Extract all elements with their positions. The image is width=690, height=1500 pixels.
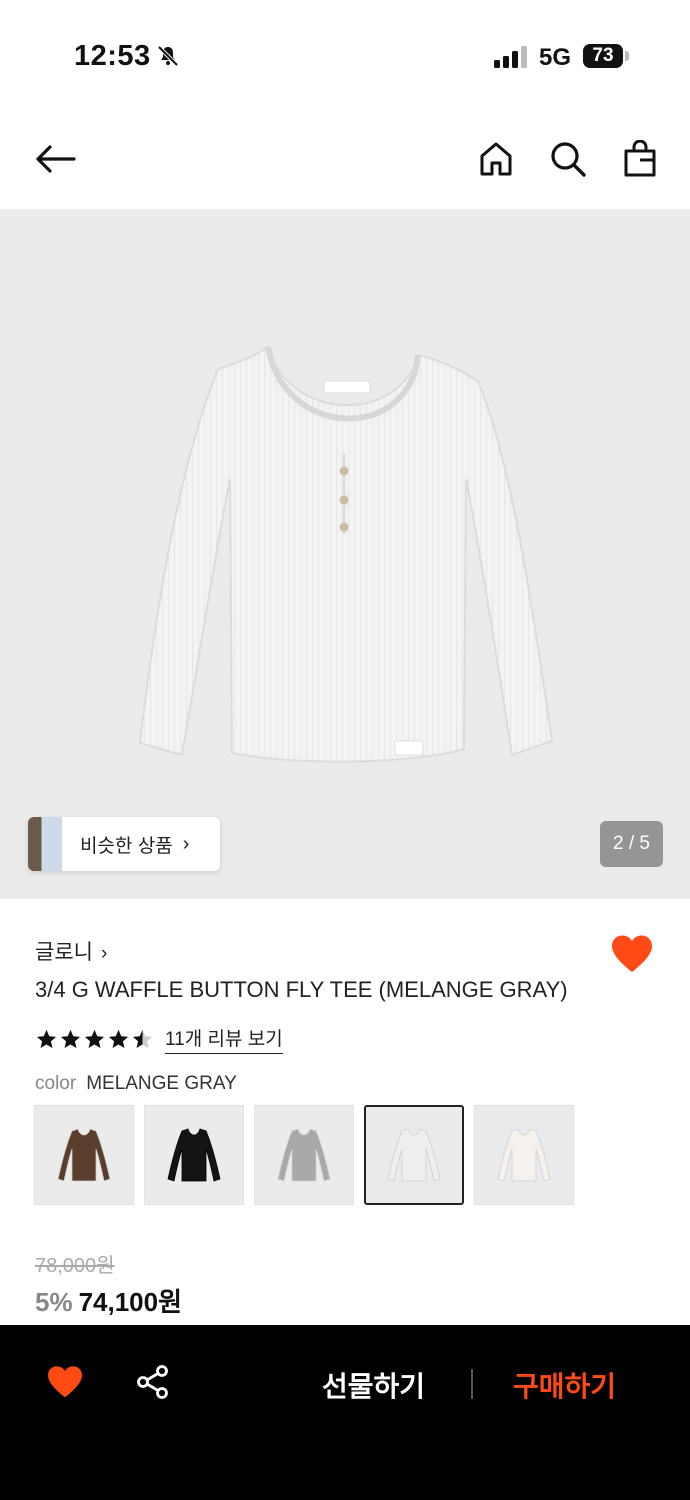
star-icon [36, 1029, 57, 1048]
star-icon [84, 1029, 105, 1048]
price-row: 5% 74,100원 [35, 1282, 182, 1319]
color-label-row: color MELANGE GRAY [35, 1073, 237, 1095]
product-image-carousel[interactable]: 비슷한 상품 › 2 / 5 [0, 209, 690, 899]
tee-thumbnail [57, 1128, 111, 1182]
arrow-left-icon [36, 145, 76, 173]
share-icon[interactable] [136, 1365, 170, 1399]
tee-thumbnail [277, 1128, 331, 1182]
color-swatches [34, 1105, 584, 1205]
battery-indicator: 73 [583, 44, 623, 68]
brand-link[interactable]: 글로니 › [35, 936, 107, 966]
color-swatch[interactable] [144, 1105, 244, 1205]
similar-thumbnail [28, 817, 62, 871]
divider [471, 1369, 473, 1399]
original-price: 78,000원 [35, 1255, 115, 1277]
bottom-action-bar: 선물하기 구매하기 [0, 1325, 690, 1500]
color-swatch[interactable] [34, 1105, 134, 1205]
brand-name: 글로니 [35, 941, 93, 964]
status-bar: 12:53 5G 73 [0, 0, 690, 110]
bell-muted-icon [157, 45, 179, 67]
shopping-bag-icon [624, 140, 656, 177]
star-icon [108, 1029, 129, 1048]
color-swatch[interactable] [474, 1105, 574, 1205]
product-title: 3/4 G WAFFLE BUTTON FLY TEE (MELANGE GRA… [35, 977, 568, 1002]
back-button[interactable] [33, 137, 77, 181]
gift-button[interactable]: 선물하기 [322, 1365, 425, 1405]
color-value: MELANGE GRAY [86, 1073, 237, 1094]
similar-label: 비슷한 상품 [80, 835, 173, 857]
color-key: color [35, 1073, 77, 1094]
home-button[interactable] [474, 137, 518, 181]
star-icon [60, 1029, 81, 1048]
rating-stars [35, 1028, 155, 1051]
tee-thumbnail [387, 1128, 441, 1182]
chevron-right-icon: › [100, 943, 108, 964]
battery-tip [625, 51, 629, 61]
tee-thumbnail [497, 1128, 551, 1182]
tee-thumbnail [167, 1128, 221, 1182]
rating-row: 11개 리뷰 보기 [35, 1024, 283, 1054]
buy-button[interactable]: 구매하기 [513, 1365, 616, 1405]
color-swatch[interactable] [254, 1105, 354, 1205]
product-photo [138, 345, 554, 763]
star-half-icon [132, 1029, 153, 1048]
status-time: 12:53 [74, 40, 151, 72]
cart-button[interactable] [618, 137, 662, 181]
search-icon [551, 142, 586, 177]
signal-icon [494, 46, 527, 68]
heart-icon[interactable] [46, 1365, 84, 1399]
top-nav [0, 120, 690, 200]
search-button[interactable] [546, 137, 590, 181]
sale-price: 74,100원 [78, 1287, 183, 1317]
similar-products-button[interactable]: 비슷한 상품 › [28, 817, 220, 871]
home-icon [480, 142, 512, 176]
image-counter: 2 / 5 [600, 821, 663, 867]
heart-icon[interactable] [610, 934, 654, 974]
chevron-right-icon: › [182, 832, 190, 855]
discount-rate: 5% [35, 1287, 73, 1317]
network-label: 5G [539, 44, 572, 71]
color-swatch[interactable] [364, 1105, 464, 1205]
review-link[interactable]: 11개 리뷰 보기 [165, 1024, 283, 1054]
